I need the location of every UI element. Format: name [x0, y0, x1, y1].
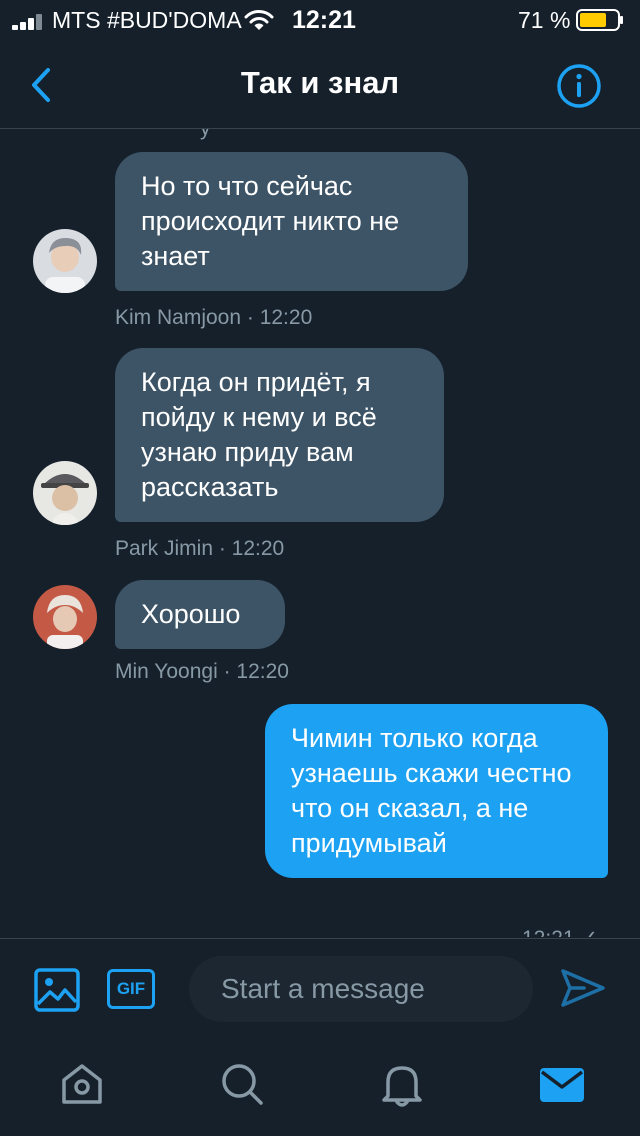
- avatar-image: [33, 229, 97, 293]
- gif-button[interactable]: GIF: [107, 969, 155, 1009]
- message-meta: Kim Namjoon · 12:20: [115, 306, 313, 329]
- conversation-header: Так и знал: [0, 42, 640, 129]
- message-composer: GIF: [0, 938, 640, 1039]
- signal-strength-icon: [12, 14, 46, 30]
- avatar-image: [33, 585, 97, 649]
- send-icon[interactable]: [560, 967, 606, 1009]
- search-icon[interactable]: [218, 1060, 266, 1108]
- message-input[interactable]: [189, 956, 533, 1022]
- outgoing-meta-clipped: 12:21 ✓: [522, 926, 598, 937]
- previous-message-meta-clipped: y: [200, 129, 211, 141]
- message-bubble[interactable]: Хорошо: [115, 580, 285, 649]
- info-button[interactable]: [555, 62, 603, 110]
- tab-bar: [0, 1038, 640, 1136]
- message-list[interactable]: y Но то что сейчас происходит никто не з…: [0, 129, 640, 937]
- status-bar: MTS #BUD'DOMA 12:21 71 %: [0, 0, 640, 42]
- avatar-min-yoongi[interactable]: [33, 585, 97, 649]
- message-bubble[interactable]: Когда он придёт, я пойду к нему и всё уз…: [115, 348, 444, 522]
- status-time: 12:21: [292, 6, 356, 34]
- conversation-title: Так и знал: [240, 65, 400, 100]
- avatar-kim-namjoon[interactable]: [33, 229, 97, 293]
- avatar-park-jimin[interactable]: [33, 461, 97, 525]
- image-icon[interactable]: [34, 968, 80, 1012]
- message-bubble[interactable]: Но то что сейчас происходит никто не зна…: [115, 152, 468, 291]
- message-bubble-outgoing[interactable]: Чимин только когда узнаешь скажи честно …: [265, 704, 608, 878]
- battery-percent: 71 %: [518, 7, 571, 33]
- wifi-icon: [244, 10, 274, 30]
- mail-icon[interactable]: [538, 1060, 586, 1108]
- message-meta: Park Jimin · 12:20: [115, 537, 285, 560]
- message-meta: Min Yoongi · 12:20: [115, 660, 289, 683]
- avatar-image: [33, 461, 97, 525]
- bell-icon[interactable]: [378, 1060, 426, 1108]
- home-icon[interactable]: [58, 1060, 106, 1108]
- carrier-name: MTS #BUD'DOMA: [52, 7, 242, 33]
- battery-icon: [576, 9, 623, 31]
